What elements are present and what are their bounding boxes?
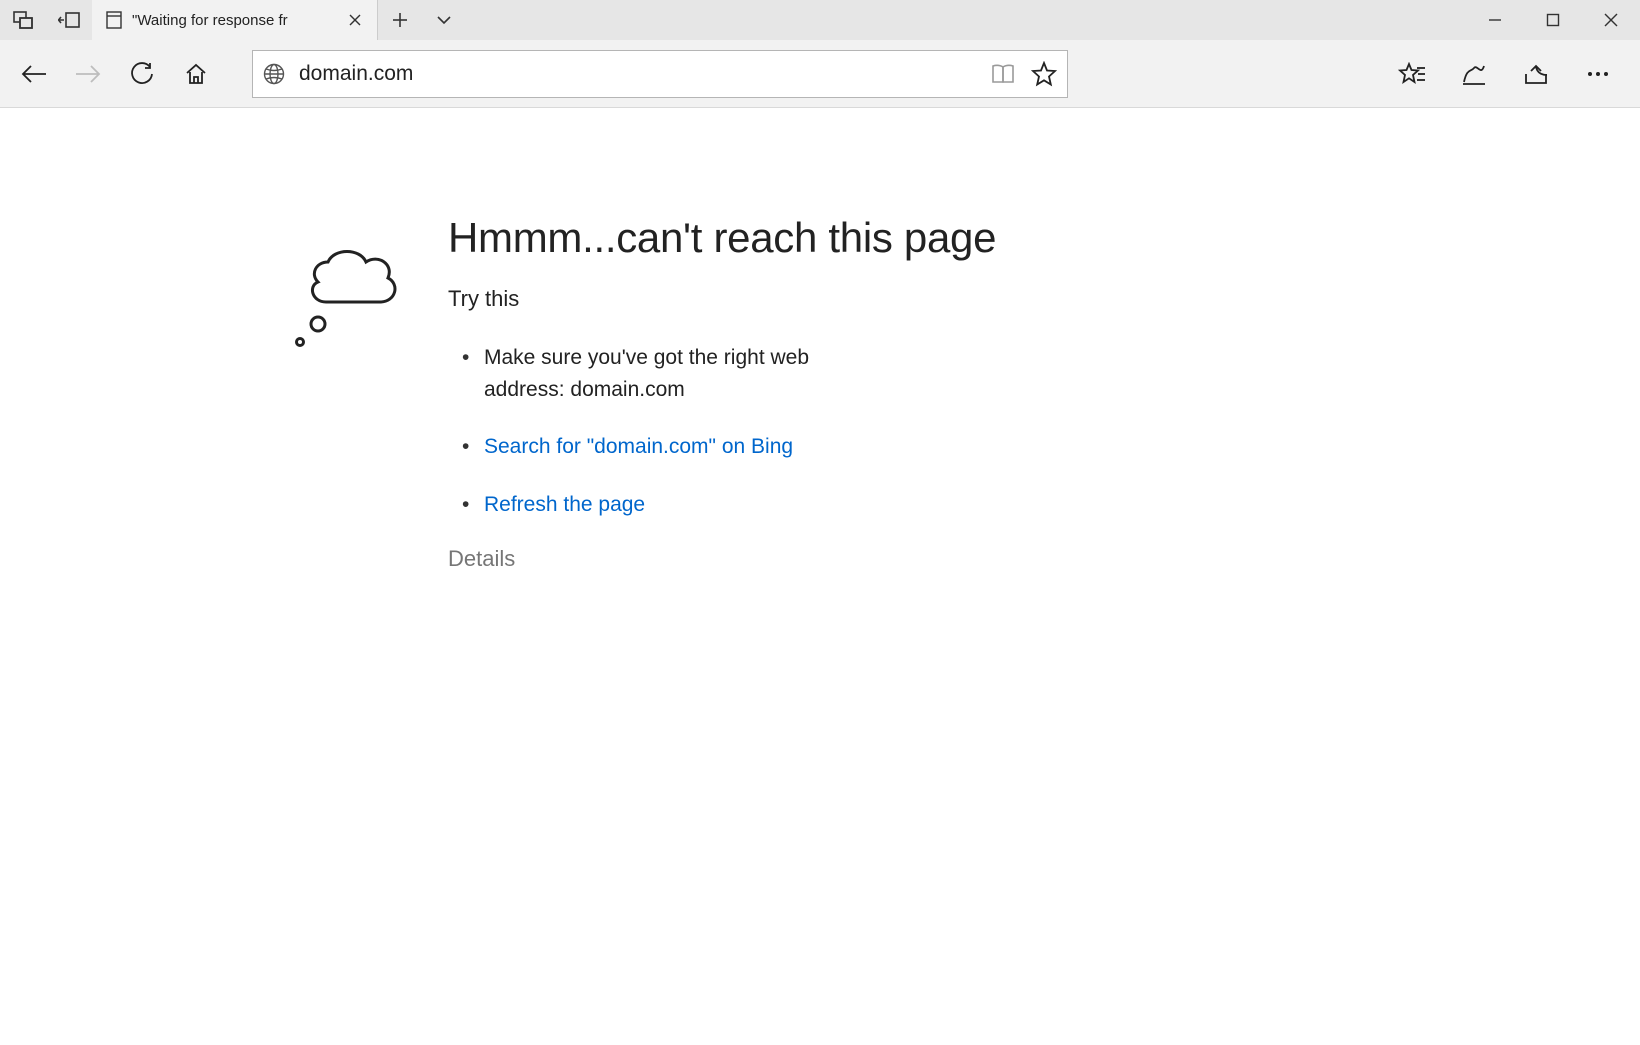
tab-preview-button[interactable] (0, 0, 46, 40)
error-page: Hmmm...can't reach this page Try this Ma… (0, 108, 1372, 572)
error-illustration-column (0, 178, 448, 572)
suggestion-refresh: Refresh the page (448, 489, 878, 521)
home-button[interactable] (170, 48, 222, 100)
toolbar-right (1382, 48, 1632, 100)
forward-button[interactable] (62, 48, 114, 100)
url-input[interactable] (299, 62, 977, 86)
notes-button[interactable] (1444, 48, 1504, 100)
error-title: Hmmm...can't reach this page (448, 214, 1372, 262)
thought-bubble-icon (288, 234, 418, 572)
titlebar-left (0, 0, 92, 40)
tab-dropdown-button[interactable] (422, 0, 466, 40)
back-button[interactable] (8, 48, 60, 100)
error-message-column: Hmmm...can't reach this page Try this Ma… (448, 178, 1372, 572)
search-bing-link[interactable]: Search for "domain.com" on Bing (484, 435, 793, 458)
refresh-page-link[interactable]: Refresh the page (484, 493, 645, 516)
new-tab-button[interactable] (378, 0, 422, 40)
suggestion-list: Make sure you've got the right web addre… (448, 342, 878, 520)
tab-actions (378, 0, 466, 40)
address-bar[interactable] (252, 50, 1068, 98)
reading-view-icon[interactable] (991, 63, 1015, 85)
window-controls (1466, 0, 1640, 40)
titlebar-drag-area (466, 0, 1466, 40)
browser-tab[interactable]: "Waiting for response fr (92, 0, 378, 40)
maximize-button[interactable] (1524, 0, 1582, 40)
details-toggle[interactable]: Details (448, 546, 1372, 572)
suggestion-search: Search for "domain.com" on Bing (448, 431, 878, 463)
share-button[interactable] (1506, 48, 1566, 100)
favorites-hub-button[interactable] (1382, 48, 1442, 100)
favorite-star-icon[interactable] (1031, 61, 1057, 87)
refresh-button[interactable] (116, 48, 168, 100)
toolbar (0, 40, 1640, 108)
minimize-button[interactable] (1466, 0, 1524, 40)
titlebar: "Waiting for response fr (0, 0, 1640, 40)
more-button[interactable] (1568, 48, 1628, 100)
close-window-button[interactable] (1582, 0, 1640, 40)
page-icon (106, 11, 122, 29)
suggestion-check-address: Make sure you've got the right web addre… (448, 342, 878, 405)
tab-close-button[interactable] (343, 8, 367, 32)
globe-icon (263, 63, 285, 85)
tab-title: "Waiting for response fr (132, 12, 333, 29)
suggestion-domain: domain.com (570, 378, 684, 401)
try-this-label: Try this (448, 286, 1372, 312)
address-bar-actions (991, 61, 1057, 87)
set-aside-tabs-button[interactable] (46, 0, 92, 40)
